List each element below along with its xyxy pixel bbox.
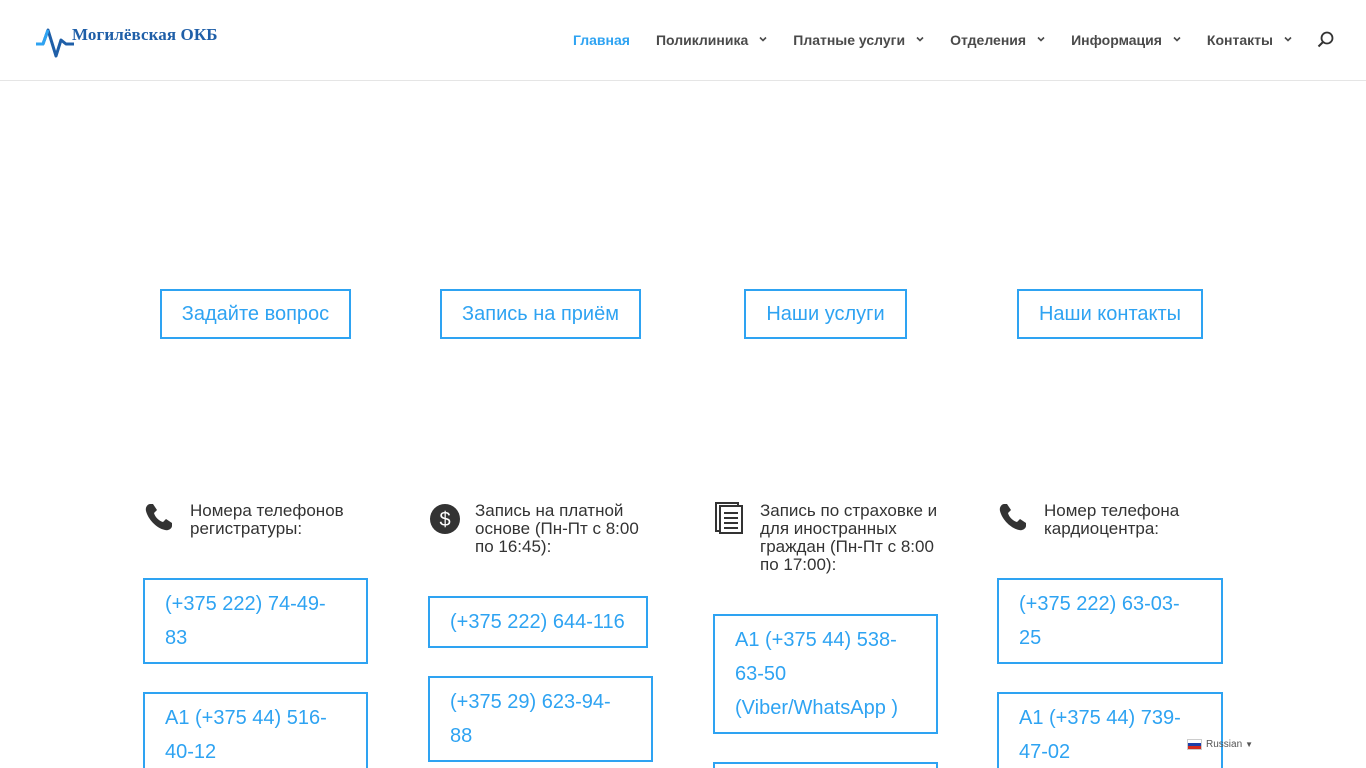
phone-link[interactable]: A1 (+375 44) 739-47-02 bbox=[997, 692, 1223, 768]
blurb-title: Запись на платной основе (Пн-Пт с 8:00 п… bbox=[475, 501, 639, 556]
svg-text:$: $ bbox=[439, 509, 450, 531]
dropdown-arrow-icon: ▼ bbox=[1245, 740, 1254, 749]
phone-link[interactable]: (+375 222) 63-03-25 bbox=[997, 578, 1223, 664]
phone-link-partial[interactable] bbox=[713, 762, 938, 768]
nav-home-label: Главная bbox=[573, 32, 630, 48]
nav-polyclinic[interactable]: Поликлиника bbox=[656, 31, 767, 49]
nav-information[interactable]: Информация bbox=[1071, 31, 1181, 49]
chevron-down-icon bbox=[916, 35, 924, 43]
language-label: Russian bbox=[1206, 739, 1243, 750]
blurb-title: Запись по страховке и для иностранных гр… bbox=[760, 501, 938, 574]
ask-question-button[interactable]: Задайте вопрос bbox=[160, 289, 351, 339]
chevron-down-icon bbox=[1284, 35, 1292, 43]
nav-departments[interactable]: Отделения bbox=[950, 31, 1045, 49]
appointment-button[interactable]: Запись на приём bbox=[440, 289, 641, 339]
language-switcher[interactable]: Russian ▼ bbox=[1187, 739, 1253, 750]
logo-text: Могилёвская ОКБ bbox=[72, 25, 218, 44]
document-icon bbox=[714, 502, 746, 534]
nav-information-label: Информация bbox=[1071, 32, 1162, 48]
search-icon[interactable] bbox=[1316, 30, 1336, 50]
dollar-icon: $ bbox=[429, 502, 461, 534]
phone-icon bbox=[998, 502, 1030, 534]
phone-link[interactable]: A1 (+375 44) 516-40-12 bbox=[143, 692, 368, 768]
phone-icon bbox=[144, 502, 176, 534]
chevron-down-icon bbox=[1173, 35, 1181, 43]
contacts-button[interactable]: Наши контакты bbox=[1017, 289, 1203, 339]
nav-contacts[interactable]: Контакты bbox=[1207, 31, 1292, 49]
phone-link[interactable]: (+375 29) 623-94-88 bbox=[428, 676, 653, 762]
nav-paid-services-label: Платные услуги bbox=[793, 32, 906, 48]
nav-polyclinic-label: Поликлиника bbox=[655, 32, 749, 48]
nav-contacts-label: Контакты bbox=[1206, 32, 1273, 48]
blurb-title: Номера телефонов регистратуры: bbox=[190, 501, 344, 538]
nav-paid-services[interactable]: Платные услуги bbox=[793, 31, 924, 49]
site-logo[interactable]: Могилёвская ОКБ bbox=[34, 22, 218, 62]
nav-home[interactable]: Главная bbox=[573, 31, 630, 49]
blurb-title: Номер телефона кардиоцентра: bbox=[1044, 501, 1180, 538]
russia-flag-icon bbox=[1187, 739, 1202, 750]
phone-link[interactable]: (+375 222) 644-116 bbox=[428, 596, 648, 648]
site-header: Могилёвская ОКБ Главная Поликлиника Плат… bbox=[0, 0, 1366, 80]
nav-departments-label: Отделения bbox=[950, 32, 1027, 48]
chevron-down-icon bbox=[759, 35, 767, 43]
chevron-down-icon bbox=[1037, 35, 1045, 43]
main-nav: Главная Поликлиника Платные услуги Отдел… bbox=[573, 31, 1318, 49]
services-button[interactable]: Наши услуги bbox=[744, 289, 907, 339]
phone-link[interactable]: (+375 222) 74-49-83 bbox=[143, 578, 368, 664]
heartbeat-logo-icon bbox=[36, 28, 74, 58]
phone-link[interactable]: A1 (+375 44) 538-63-50 (Viber/WhatsApp ) bbox=[713, 614, 938, 734]
